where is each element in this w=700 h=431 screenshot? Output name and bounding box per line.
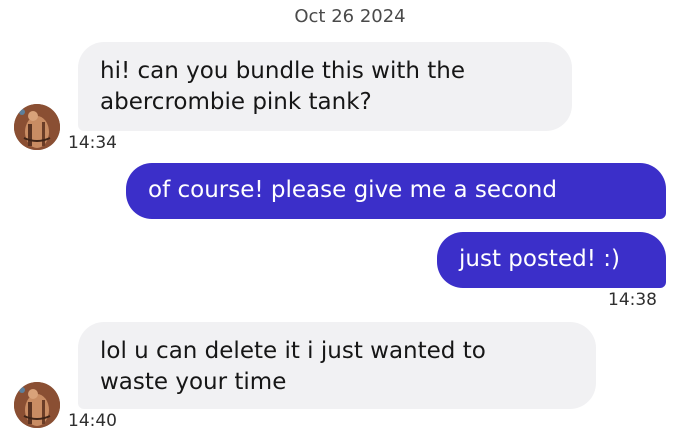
- incoming-message-bubble[interactable]: hi! can you bundle this with the abercro…: [78, 42, 572, 131]
- message-line: hi! can you bundle this with the: [100, 58, 466, 84]
- contact-avatar[interactable]: [14, 104, 60, 150]
- outgoing-message-bubble[interactable]: of course! please give me a second: [126, 163, 666, 219]
- avatar-photo-icon: [14, 382, 60, 428]
- message-timestamp: 14:40: [68, 411, 117, 431]
- message-line: just posted! :): [459, 246, 620, 272]
- contact-avatar[interactable]: [14, 382, 60, 428]
- avatar-photo-icon: [14, 104, 60, 150]
- message-line: lol u can delete it i just wanted to: [100, 338, 486, 364]
- message-line: of course! please give me a second: [148, 177, 557, 203]
- message-line: waste your time: [100, 369, 287, 395]
- date-separator: Oct 26 2024: [294, 6, 406, 27]
- message-timestamp: 14:34: [68, 133, 117, 153]
- outgoing-message-bubble[interactable]: just posted! :): [437, 232, 666, 288]
- message-line: abercrombie pink tank?: [100, 89, 372, 115]
- message-timestamp: 14:38: [608, 290, 657, 310]
- incoming-message-bubble[interactable]: lol u can delete it i just wanted to was…: [78, 322, 596, 409]
